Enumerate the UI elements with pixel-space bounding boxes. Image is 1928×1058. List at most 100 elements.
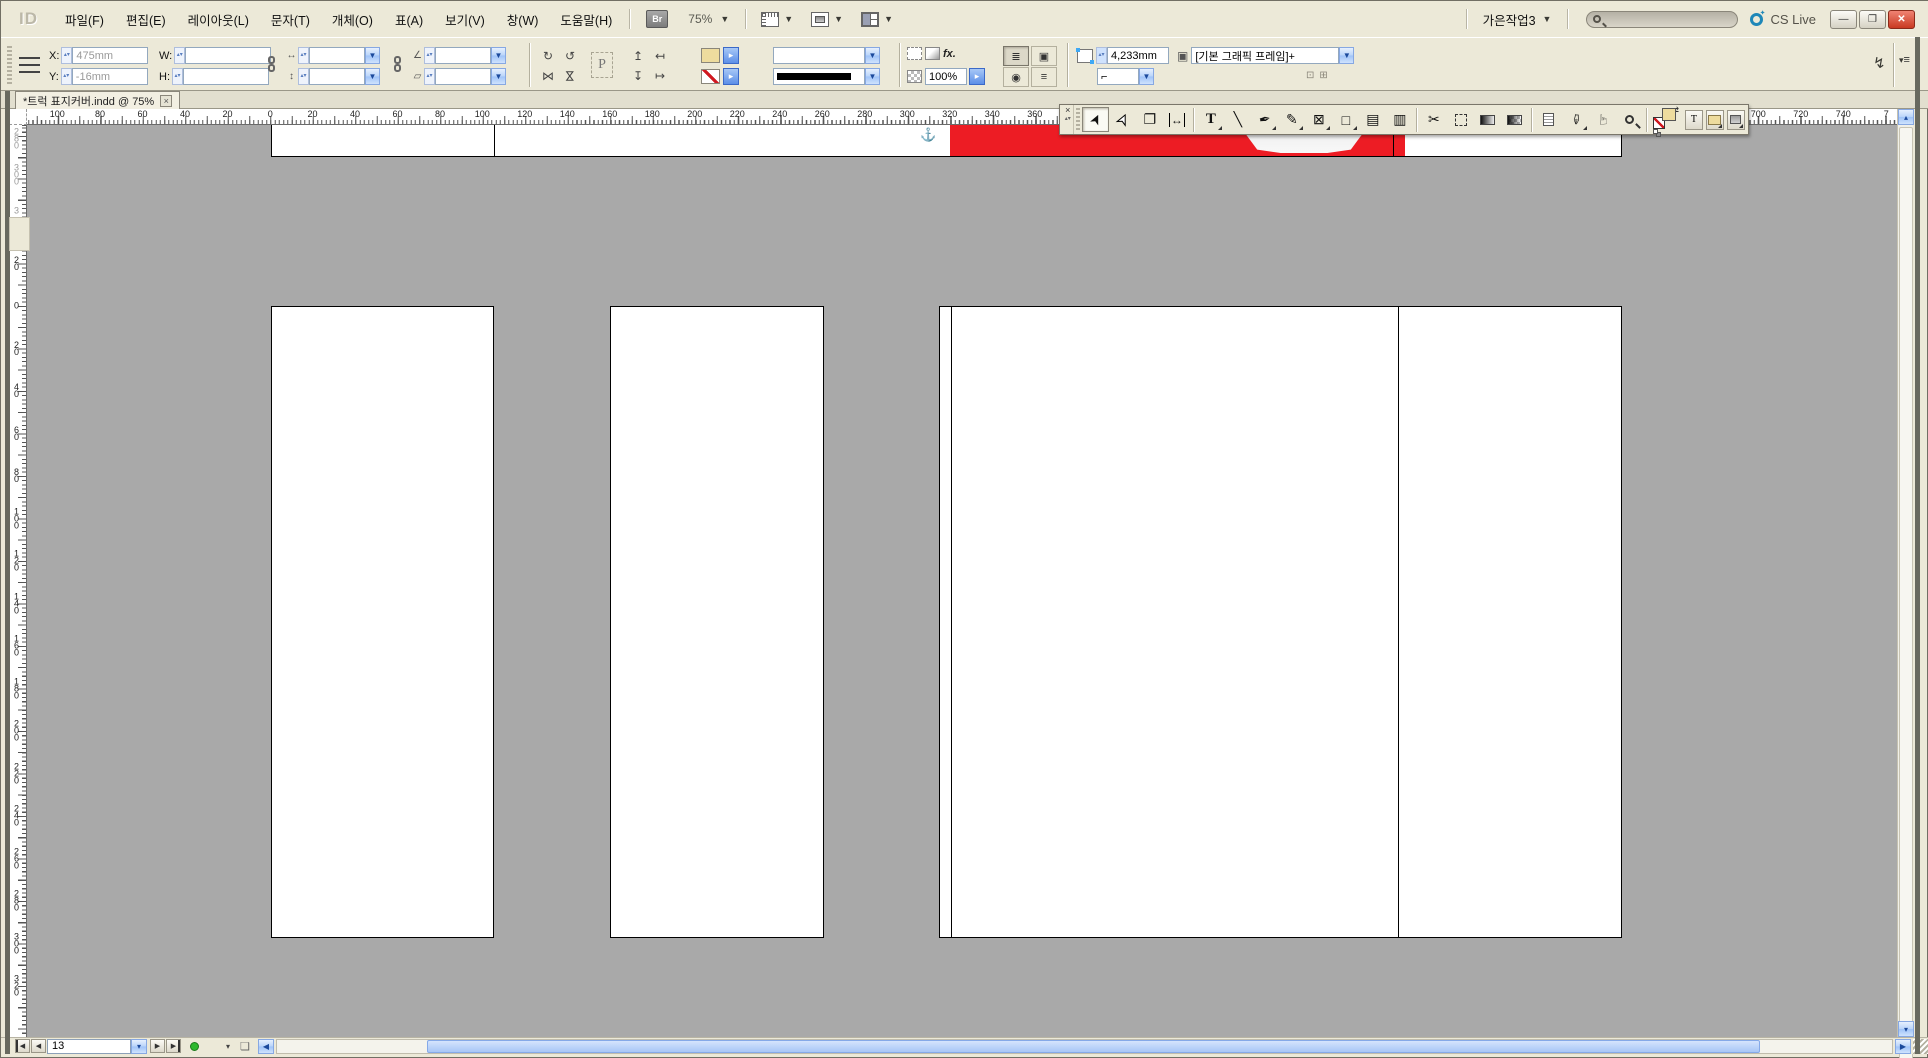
page-number-field[interactable]: 13 [47,1039,131,1054]
stroke-type-dropdown[interactable]: ▼ [865,68,880,85]
fill-swatch[interactable] [1662,108,1676,121]
y-field[interactable]: -16mm [72,68,148,85]
cs-live[interactable]: CS Live [1750,12,1816,27]
rotation-spinner[interactable]: ▴▾ [424,47,435,64]
opacity-field[interactable]: 100% [925,68,967,85]
vertical-grid-tool[interactable]: ▥ [1386,107,1413,132]
zoom-level-combo[interactable]: 75% ▼ [678,12,739,26]
preflight-panel-icon[interactable]: ❏ [240,1040,250,1053]
select-container-button[interactable]: ↥ [627,46,649,66]
object-style-field[interactable]: [기본 그래픽 프레임]+ [1191,47,1339,64]
note-tool[interactable] [1535,107,1562,132]
y-spinner[interactable]: ▴▾ [61,68,72,85]
close-button[interactable]: ✕ [1888,10,1915,29]
restore-button[interactable]: ❐ [1859,10,1886,29]
menu-item[interactable]: 창(W) [496,6,550,33]
panel-grip[interactable] [7,46,12,84]
vertical-scrollbar[interactable]: ▴ ▾ [1897,109,1913,1037]
workspace-switcher[interactable]: 가은작업3 ▼ [1473,10,1562,29]
line-tool[interactable]: ╲ [1224,107,1251,132]
shear-angle-field[interactable] [435,68,491,85]
shear-spinner[interactable]: ▴▾ [424,68,435,85]
scale-y-dropdown[interactable]: ▼ [365,68,380,85]
flip-vertical-button[interactable]: ⋈ [560,65,580,87]
select-content-button[interactable]: ↧ [627,66,649,86]
scale-y-field[interactable] [309,68,365,85]
collapse-arrows-icon[interactable]: ▴▾ [1065,117,1071,122]
h-spinner[interactable]: ▴▾ [172,68,183,85]
flip-horizontal-button[interactable]: ⋈ [537,66,559,86]
gap-tool[interactable]: ↔ [1163,107,1190,132]
gradient-swatch-tool[interactable] [1474,107,1501,132]
scroll-up-button[interactable]: ▴ [1898,109,1914,125]
page-dropdown-button[interactable]: ▾ [131,1039,147,1054]
tab-close-icon[interactable]: × [160,95,172,107]
document-tab[interactable]: *트럭 표지커버.indd @ 75% × [15,91,180,109]
fx-effects-button[interactable]: fx. [943,48,956,60]
shear-dropdown[interactable]: ▼ [491,68,506,85]
screen-mode-button[interactable] [1727,110,1745,130]
pencil-tool[interactable]: ✎ [1278,107,1305,132]
rotate-ccw-button[interactable]: ↺ [559,46,581,66]
menu-item[interactable]: 개체(O) [321,6,384,33]
menu-item[interactable]: 도움말(H) [549,6,623,33]
page-frame-left[interactable] [271,306,494,938]
scale-x-dropdown[interactable]: ▼ [365,47,380,64]
tools-panel-tab[interactable]: × ▴▾ [1063,105,1074,134]
scroll-down-button[interactable]: ▾ [1898,1021,1914,1037]
gradient-feather-tool[interactable] [1501,107,1528,132]
rectangle-tool[interactable]: □ [1332,107,1359,132]
scroll-left-button[interactable]: ◀ [258,1039,274,1054]
object-style-dropdown[interactable]: ▼ [1339,47,1354,64]
scissors-tool[interactable]: ✂ [1420,107,1447,132]
menu-item[interactable]: 보기(V) [434,6,496,33]
direct-selection-tool[interactable]: ➤ [1109,107,1136,132]
eyedropper-tool[interactable]: ✑ [1562,107,1589,132]
h-field[interactable] [183,68,269,85]
select-previous-object-button[interactable]: ↤ [649,46,671,66]
pen-tool[interactable]: ✒ [1251,107,1278,132]
arrange-documents-dropdown[interactable]: ▼ [861,12,893,27]
reference-point-proxy[interactable] [19,54,40,75]
page-frame-right[interactable] [939,306,1622,938]
stroke-apply-button[interactable]: ▸ [723,68,739,85]
free-transform-tool[interactable] [1447,107,1474,132]
x-field[interactable]: 475mm [72,47,148,64]
page-tool[interactable]: ❐ [1136,107,1163,132]
select-next-object-button[interactable]: ↦ [649,66,671,86]
previous-page-button[interactable]: ◀ [31,1039,46,1053]
wrap-jump-button[interactable]: ≡ [1031,67,1057,87]
corner-shape-dropdown[interactable]: ▼ [1139,68,1154,85]
transparency-effect-icon[interactable] [907,47,922,60]
panel-menu-icon[interactable]: ≡ [1904,54,1910,66]
page-frame-middle[interactable] [610,306,824,938]
selection-tool[interactable]: ➤ [1082,107,1109,132]
menu-item[interactable]: 레이아웃(L) [177,6,260,33]
preflight-menu-arrow-icon[interactable]: ▾ [226,1042,230,1051]
stroke-type-field[interactable] [773,68,865,85]
corner-shape-field[interactable]: ⌐ [1097,68,1139,85]
type-tool[interactable]: T [1197,107,1224,132]
menu-item[interactable]: 파일(F) [54,6,115,33]
scale-y-spinner[interactable]: ▴▾ [298,68,309,85]
corner-radius-spinner[interactable]: ▴▾ [1096,47,1107,64]
scale-x-field[interactable] [309,47,365,64]
zoom-tool[interactable] [1616,107,1643,132]
drop-shadow-effect-icon[interactable] [925,47,940,60]
hand-tool[interactable]: ☞ [1589,107,1616,132]
stroke-weight-field[interactable] [773,47,865,64]
tools-panel-grip[interactable] [1076,108,1081,132]
view-options-dropdown[interactable]: ▼ [761,12,793,27]
w-spinner[interactable]: ▴▾ [174,47,185,64]
scroll-right-button[interactable]: ▶ [1895,1039,1911,1054]
clear-overrides-icon[interactable]: ⊞ [1319,70,1327,81]
collapsed-panel-tab[interactable] [9,217,30,251]
menu-item[interactable]: 문자(T) [260,6,321,33]
opacity-apply-button[interactable]: ▸ [969,68,985,85]
wrap-bounding-box-button[interactable]: ▣ [1031,46,1057,66]
stroke-color-swatch[interactable] [701,69,720,84]
x-spinner[interactable]: ▴▾ [61,47,72,64]
minimize-button[interactable]: — [1830,10,1857,29]
ruler-corner-box[interactable] [9,109,27,125]
bridge-button[interactable]: Br [646,10,668,28]
